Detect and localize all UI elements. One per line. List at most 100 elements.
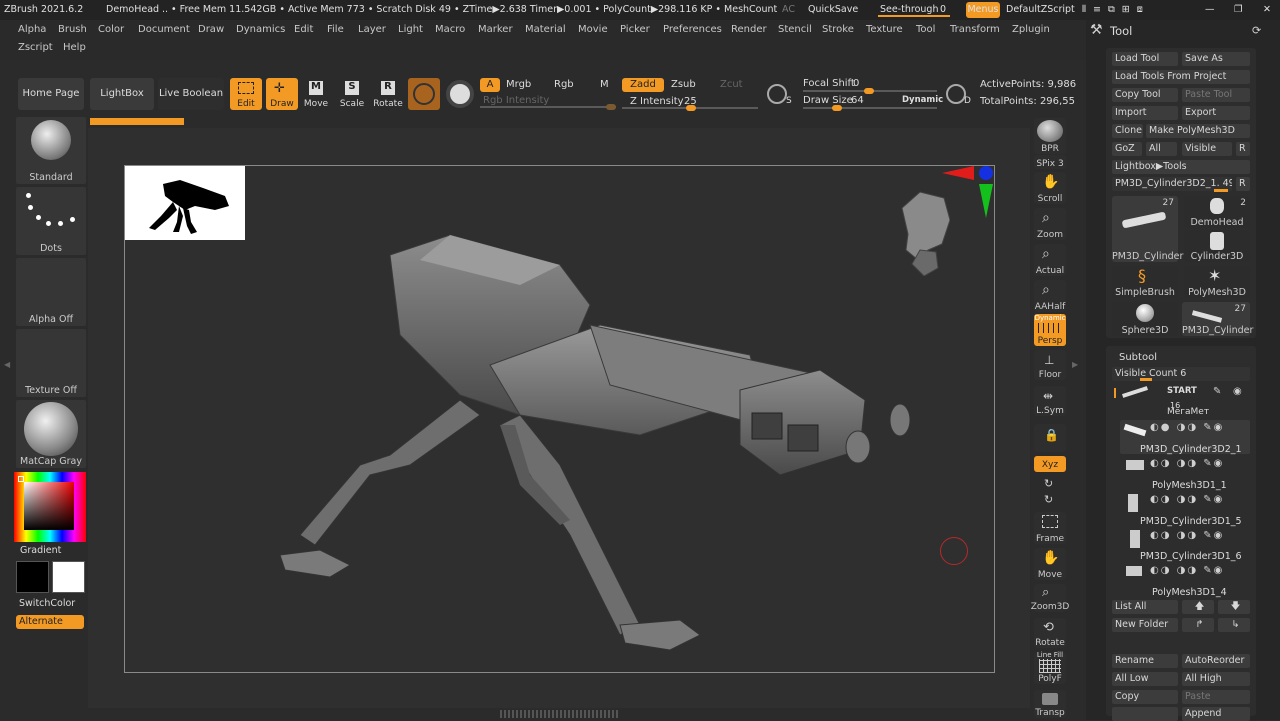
clone-button[interactable]: Clone xyxy=(1112,124,1143,138)
persp-button[interactable]: Dynamic Persp xyxy=(1034,314,1066,346)
dynamic-toggle[interactable]: Dynamic xyxy=(902,95,943,105)
menu-transform[interactable]: Transform xyxy=(950,24,1000,35)
menu-color[interactable]: Color xyxy=(98,24,124,35)
z-intensity-knob[interactable] xyxy=(686,105,696,111)
subtool-name-1[interactable]: PM3D_Cylinder3D2_1 xyxy=(1140,444,1242,455)
new-folder-button[interactable]: New Folder xyxy=(1112,618,1178,632)
autoreorder-button[interactable]: AutoReorder xyxy=(1182,654,1250,668)
load-tool-button[interactable]: Load Tool xyxy=(1112,52,1178,66)
menu-render[interactable]: Render xyxy=(731,24,767,35)
paste-button[interactable]: Paste xyxy=(1182,690,1250,704)
menu-macro[interactable]: Macro xyxy=(435,24,465,35)
menu-alpha[interactable]: Alpha xyxy=(18,24,46,35)
color-picker[interactable] xyxy=(14,472,86,542)
current-tool-r-button[interactable]: R xyxy=(1236,177,1250,191)
copy-tool-button[interactable]: Copy Tool xyxy=(1112,88,1178,102)
home-page-button[interactable]: Home Page xyxy=(18,78,84,110)
color-square[interactable] xyxy=(24,482,74,530)
move-down-icon[interactable]: 🡇 xyxy=(1218,600,1250,614)
aahalf-button[interactable]: ⌕ AAHalf xyxy=(1034,280,1066,312)
menu-zscript[interactable]: Zscript xyxy=(18,42,53,53)
subtool-toggles-3[interactable]: ◐◑ ◑◑ ✎◉ xyxy=(1150,494,1224,505)
gradient-label[interactable]: Gradient xyxy=(20,545,61,556)
edit-button[interactable]: Edit xyxy=(230,78,262,110)
alternate-button[interactable]: Alternate xyxy=(16,615,84,629)
color-sphere-icon[interactable] xyxy=(446,80,474,108)
transp-button[interactable]: Transp xyxy=(1034,690,1066,718)
lsym-button[interactable]: ⇹ L.Sym xyxy=(1034,386,1066,416)
scale-button[interactable]: S Scale xyxy=(338,78,366,110)
menu-marker[interactable]: Marker xyxy=(478,24,513,35)
floor-button[interactable]: ⊥ Floor xyxy=(1034,350,1066,380)
menu-edit[interactable]: Edit xyxy=(294,24,313,35)
all-high-button[interactable]: All High xyxy=(1182,672,1250,686)
tool-thumb-demohead[interactable]: 2 DemoHead xyxy=(1184,196,1250,228)
menu-layer[interactable]: Layer xyxy=(358,24,386,35)
menus-button[interactable]: Menus xyxy=(966,2,1000,18)
menu-preferences[interactable]: Preferences xyxy=(663,24,722,35)
current-tool-knob[interactable] xyxy=(1214,189,1228,192)
tool-thumb-pm3d-cylinder[interactable]: 27 PM3D_Cylinder xyxy=(1112,196,1183,262)
minimize-icon[interactable]: — xyxy=(1205,4,1215,15)
mrgb-toggle[interactable]: Mrgb xyxy=(506,79,531,90)
load-from-project-button[interactable]: Load Tools From Project xyxy=(1112,70,1250,84)
visible-count-knob[interactable] xyxy=(1140,378,1152,381)
menu-texture[interactable]: Texture xyxy=(866,24,903,35)
tool-thumb-polymesh3d[interactable]: ✶ PolyMesh3D xyxy=(1184,266,1250,298)
subtool-name-3[interactable]: PM3D_Cylinder3D1_5 xyxy=(1140,516,1242,527)
a-toggle[interactable]: A xyxy=(480,78,500,92)
move-view-button[interactable]: ✋ Move xyxy=(1034,548,1066,580)
rotate-view-button[interactable]: ⟲ Rotate xyxy=(1034,618,1066,648)
export-button[interactable]: Export xyxy=(1182,106,1250,120)
import-button[interactable]: Import xyxy=(1112,106,1178,120)
restore-icon[interactable]: ❐ xyxy=(1234,4,1243,15)
bottom-tray-handle[interactable] xyxy=(500,710,620,718)
switch-color-button[interactable]: SwitchColor xyxy=(19,598,75,609)
subtool-toggles-1[interactable]: ◐● ◑◑ ✎◉ xyxy=(1150,422,1224,433)
x-axis-icon[interactable] xyxy=(942,166,974,180)
axis-gizmo[interactable] xyxy=(942,166,993,222)
zoom-button[interactable]: ⌕ Zoom xyxy=(1034,208,1066,240)
save-as-button[interactable]: Save As xyxy=(1182,52,1250,66)
subtool-toggles-5[interactable]: ◐◑ ◑◑ ✎◉ xyxy=(1150,565,1224,576)
xyz-button[interactable]: Xyz xyxy=(1034,456,1066,472)
copy-button[interactable]: Copy xyxy=(1112,690,1178,704)
rgb-toggle[interactable]: Rgb xyxy=(554,79,574,90)
goz-button[interactable]: GoZ xyxy=(1112,142,1142,156)
rgb-intensity-slider[interactable]: Rgb Intensity xyxy=(483,95,549,106)
z-intensity-slider[interactable]: Z Intensity xyxy=(630,96,684,107)
list-all-button[interactable]: List All xyxy=(1112,600,1178,614)
menu-document[interactable]: Document xyxy=(138,24,190,35)
menu-stroke[interactable]: Stroke xyxy=(822,24,854,35)
menu-file[interactable]: File xyxy=(327,24,344,35)
menu-picker[interactable]: Picker xyxy=(620,24,650,35)
actual-button[interactable]: ⌕ Actual xyxy=(1034,244,1066,276)
bpr-button[interactable]: BPR xyxy=(1034,118,1066,154)
right-tray-arrow-icon[interactable]: ▶ xyxy=(1072,360,1078,369)
move-up-icon[interactable]: 🡅 xyxy=(1182,600,1214,614)
menu-movie[interactable]: Movie xyxy=(578,24,608,35)
arrow-down-right-icon[interactable]: ↳ xyxy=(1218,618,1250,632)
goz-r-button[interactable]: R xyxy=(1236,142,1250,156)
subtool-folder-name[interactable]: START xyxy=(1167,386,1197,396)
frame-button[interactable]: Frame xyxy=(1034,512,1066,544)
zsub-toggle[interactable]: Zsub xyxy=(671,79,696,90)
folder-eye-icon[interactable]: ◉ xyxy=(1233,386,1242,397)
left-tray-arrow-icon[interactable]: ◀ xyxy=(4,360,10,369)
visible-count-slider[interactable]: Visible Count 6 xyxy=(1112,367,1250,381)
window-icons[interactable]: ⫴ ≡ ⧉ ⊞ ⧈ xyxy=(1082,4,1145,15)
tool-thumb-sphere3d[interactable]: Sphere3D xyxy=(1112,302,1178,336)
texture-off[interactable]: Texture Off xyxy=(16,329,86,397)
rename-button[interactable]: Rename xyxy=(1112,654,1178,668)
tool-refresh-icon[interactable]: ⟳ xyxy=(1252,24,1261,37)
subtool-toggles-2[interactable]: ◐◑ ◑◑ ✎◉ xyxy=(1150,458,1224,469)
subtool-title[interactable]: Subtool xyxy=(1119,352,1157,363)
stroke-dots[interactable]: Dots xyxy=(16,187,86,255)
material-swatch[interactable] xyxy=(408,78,440,110)
goz-visible-button[interactable]: Visible xyxy=(1182,142,1232,156)
secondary-color-swatch[interactable] xyxy=(52,561,85,593)
focal-shift-slider[interactable]: Focal Shift xyxy=(803,78,855,89)
menu-dynamics[interactable]: Dynamics xyxy=(236,24,285,35)
goz-all-button[interactable]: All xyxy=(1146,142,1177,156)
subtool-name-5[interactable]: PolyMesh3D1_4 xyxy=(1152,587,1227,598)
